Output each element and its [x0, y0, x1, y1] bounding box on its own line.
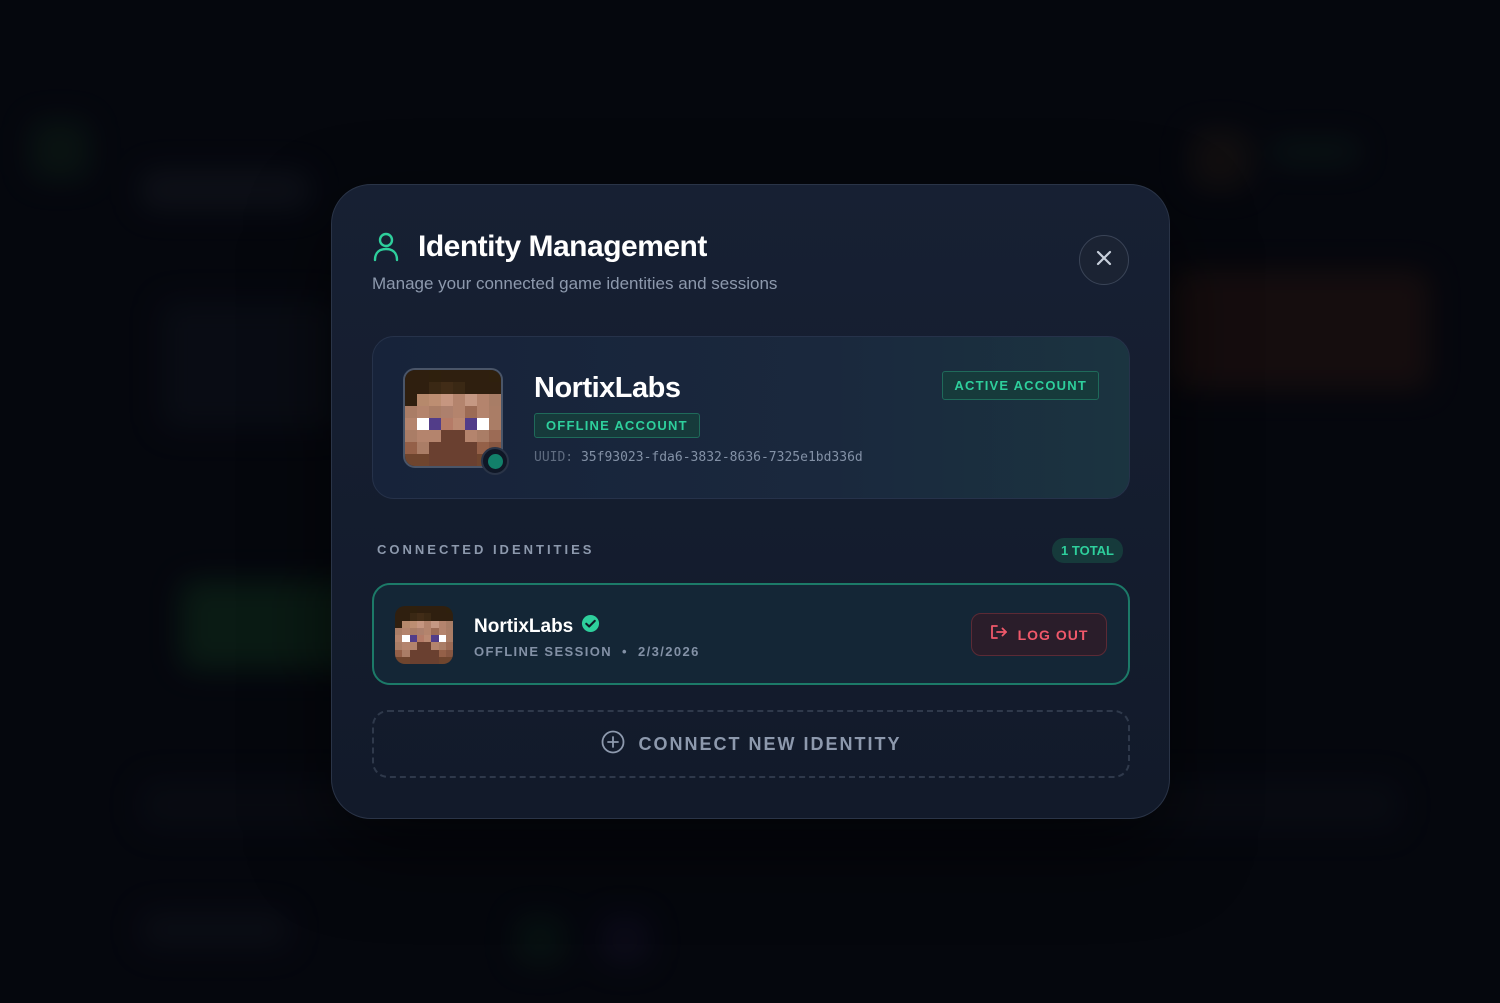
modal-subtitle: Manage your connected game identities an… — [372, 274, 778, 293]
section-label: CONNECTED IDENTITIES — [377, 542, 595, 557]
total-count-badge: 1 TOTAL — [1052, 538, 1123, 563]
logout-button[interactable]: LOG OUT — [971, 613, 1107, 656]
skin-face — [395, 606, 453, 664]
account-type-badge: OFFLINE ACCOUNT — [534, 413, 700, 438]
connect-new-identity-label: CONNECT NEW IDENTITY — [638, 733, 902, 754]
user-icon — [372, 232, 400, 262]
active-status-badge: ACTIVE ACCOUNT — [942, 371, 1099, 400]
uuid-row: UUID: 35f93023-fda6-3832-8636-7325e1bd33… — [534, 450, 863, 465]
plus-circle-icon — [601, 730, 625, 759]
session-date: 2/3/2026 — [637, 644, 700, 659]
identity-name-row: NortixLabs — [474, 614, 600, 639]
modal-title: Identity Management — [418, 230, 707, 263]
logout-label: LOG OUT — [1017, 626, 1089, 643]
active-account-card: NortixLabs OFFLINE ACCOUNT UUID: 35f9302… — [372, 336, 1130, 499]
identity-modal: Identity Management Manage your connecte… — [331, 184, 1170, 819]
uuid-label: UUID: — [534, 450, 574, 465]
close-button[interactable] — [1079, 235, 1129, 285]
session-type: OFFLINE SESSION — [474, 644, 613, 659]
identity-name: NortixLabs — [474, 615, 574, 637]
verified-check-icon — [581, 614, 600, 639]
list-item[interactable]: NortixLabs OFFLINE SESSION • 2/3/2026 LO… — [372, 583, 1130, 685]
avatar — [395, 606, 453, 664]
connect-new-identity-button[interactable]: CONNECT NEW IDENTITY — [372, 710, 1130, 778]
identity-meta: OFFLINE SESSION • 2/3/2026 — [474, 644, 700, 659]
account-name: NortixLabs — [534, 372, 681, 404]
logout-icon — [990, 624, 1008, 645]
uuid-value: 35f93023-fda6-3832-8636-7325e1bd336d — [580, 450, 863, 465]
meta-separator: • — [622, 644, 628, 659]
modal-header: Identity Management Manage your connecte… — [372, 230, 1129, 294]
close-icon — [1095, 249, 1113, 272]
online-status-indicator — [481, 447, 509, 475]
